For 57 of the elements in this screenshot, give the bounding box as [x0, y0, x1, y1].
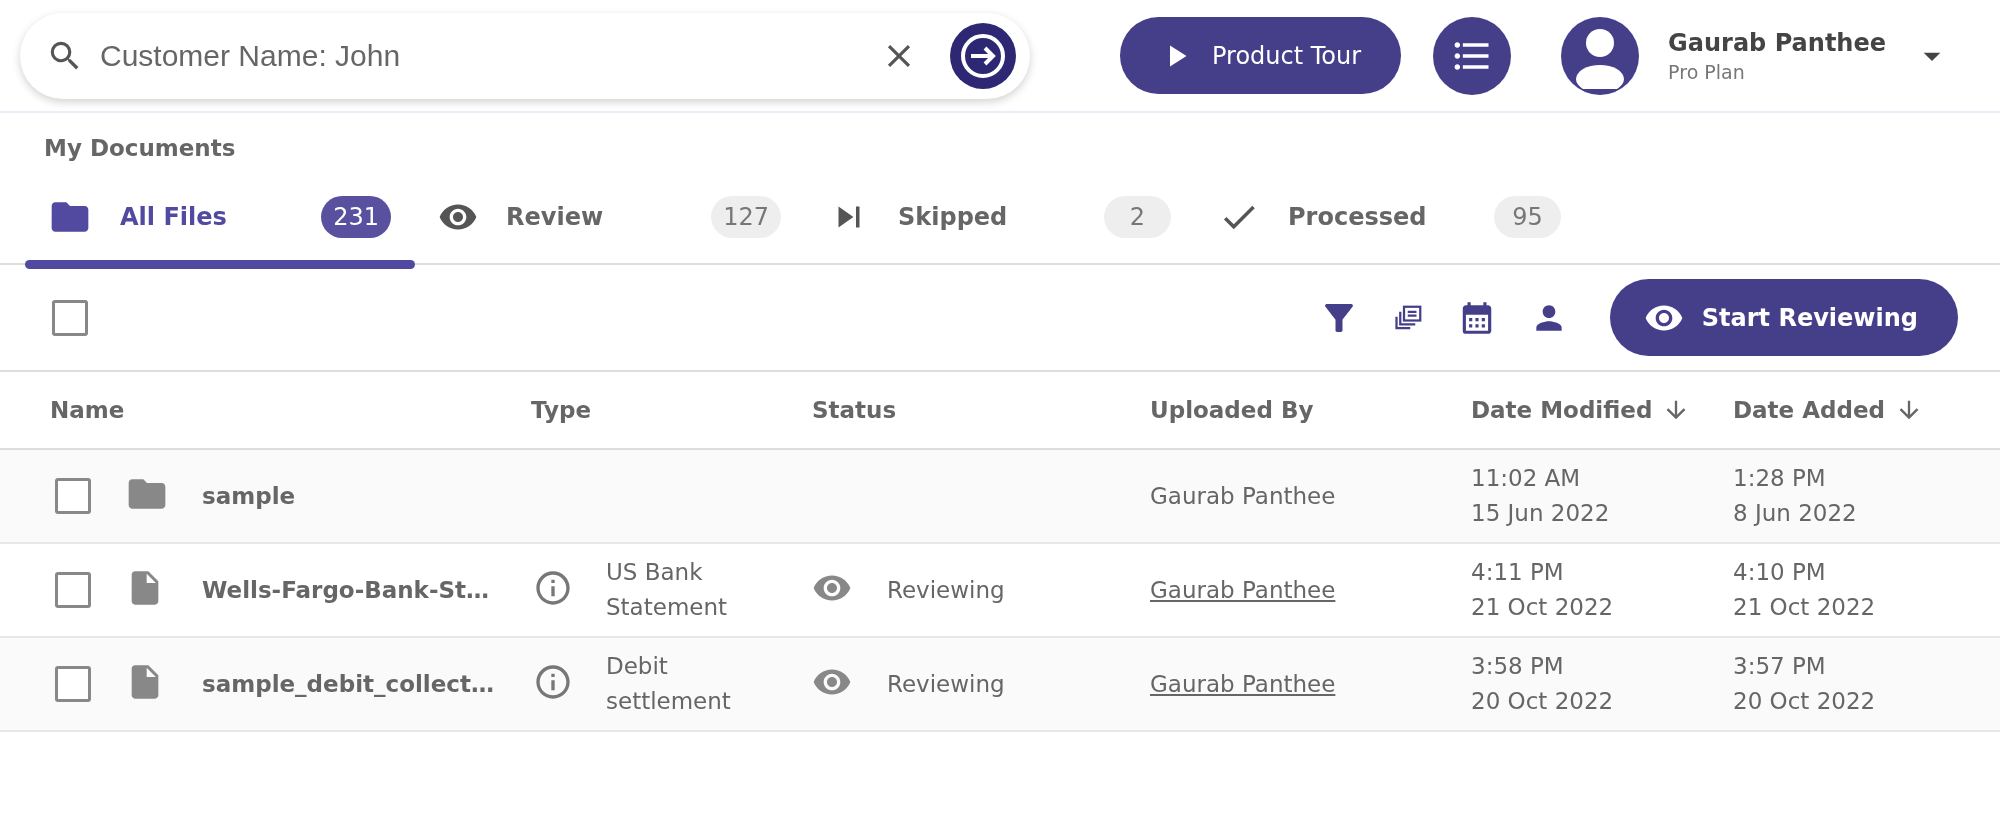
- uploader-link[interactable]: Gaurab Panthee: [1150, 671, 1336, 697]
- row-checkbox[interactable]: [55, 666, 91, 702]
- start-reviewing-button[interactable]: Start Reviewing: [1609, 279, 1958, 356]
- tab-label: Skipped: [898, 203, 1009, 231]
- date-modified: 15 Jun 2022: [1471, 499, 1611, 528]
- tab[interactable]: Review 127: [415, 177, 805, 265]
- count-badge: 2: [1104, 196, 1171, 238]
- date-added: 3:57 PM: [1733, 652, 1827, 681]
- count-badge: 127: [711, 196, 781, 238]
- column-header[interactable]: Type: [531, 397, 591, 423]
- date-added: 21 Oct 2022: [1733, 593, 1877, 622]
- status-text: Reviewing: [887, 670, 1005, 697]
- date-modified: 11:02 AM: [1471, 464, 1582, 493]
- tab[interactable]: Processed 95: [1195, 177, 1585, 265]
- date-added: 4:10 PM: [1733, 558, 1827, 587]
- submit-button[interactable]: [950, 22, 1016, 89]
- count-badge: 95: [1494, 196, 1561, 238]
- tab[interactable]: All Files 231: [25, 177, 415, 265]
- user-name: Gaurab Panthee: [1668, 28, 1886, 57]
- uploader-name: Gaurab Panthee: [1150, 482, 1336, 509]
- status-text: Reviewing: [887, 576, 1005, 603]
- file-name: Wells-Fargo-Bank-St…: [202, 575, 491, 605]
- document-type: US Bank Statement: [606, 559, 728, 620]
- column-header[interactable]: Date Added: [1733, 397, 1885, 423]
- date-modified: 20 Oct 2022: [1471, 687, 1615, 716]
- uploader-link[interactable]: Gaurab Panthee: [1150, 577, 1336, 603]
- date-added: 1:28 PM: [1733, 464, 1827, 493]
- product-tour-button[interactable]: Product Tour: [1120, 17, 1402, 94]
- column-header[interactable]: Uploaded By: [1150, 397, 1314, 423]
- tab-label: Processed: [1288, 203, 1428, 231]
- file-name: sample_debit_collect…: [202, 669, 495, 699]
- date-added: 8 Jun 2022: [1733, 499, 1858, 528]
- row-checkbox[interactable]: [55, 572, 91, 608]
- column-header[interactable]: Status: [812, 397, 897, 423]
- user-plan: Pro Plan: [1668, 60, 1746, 83]
- date-modified: 21 Oct 2022: [1471, 593, 1615, 622]
- row-checkbox[interactable]: [55, 478, 91, 514]
- info-icon[interactable]: [533, 568, 573, 608]
- arrow-in-circle-icon: [959, 31, 1007, 80]
- column-header[interactable]: Name: [50, 397, 125, 423]
- tab-label: All Files: [120, 203, 228, 231]
- select-all-checkbox[interactable]: [52, 299, 88, 336]
- date-modified: 4:11 PM: [1471, 558, 1565, 587]
- info-icon[interactable]: [533, 662, 573, 702]
- column-header[interactable]: Date Modified: [1471, 397, 1653, 423]
- date-added: 20 Oct 2022: [1733, 687, 1877, 716]
- date-modified: 3:58 PM: [1471, 652, 1565, 681]
- search-field[interactable]: Customer Name: John: [20, 12, 1030, 99]
- document-type: Debit settlement: [606, 653, 731, 714]
- table-row[interactable]: sample Gaurab Panthee 11:02 AM 15 Jun 2022 1:28 PM 8 Jun 2022: [0, 450, 2000, 544]
- table-row[interactable]: sample_debit_collect… Debit settlement Reviewing Gaurab Panthee 3:58 PM 20 Oct 2022 3:57 PM 20 Oct 2022: [0, 638, 2000, 732]
- count-badge: 231: [321, 196, 391, 238]
- file-name: sample: [202, 481, 297, 511]
- tab-label: Review: [506, 203, 605, 231]
- search-input[interactable]: Customer Name: John: [98, 37, 866, 74]
- section-title: My Documents: [43, 134, 237, 163]
- tab[interactable]: Skipped 2: [805, 177, 1195, 265]
